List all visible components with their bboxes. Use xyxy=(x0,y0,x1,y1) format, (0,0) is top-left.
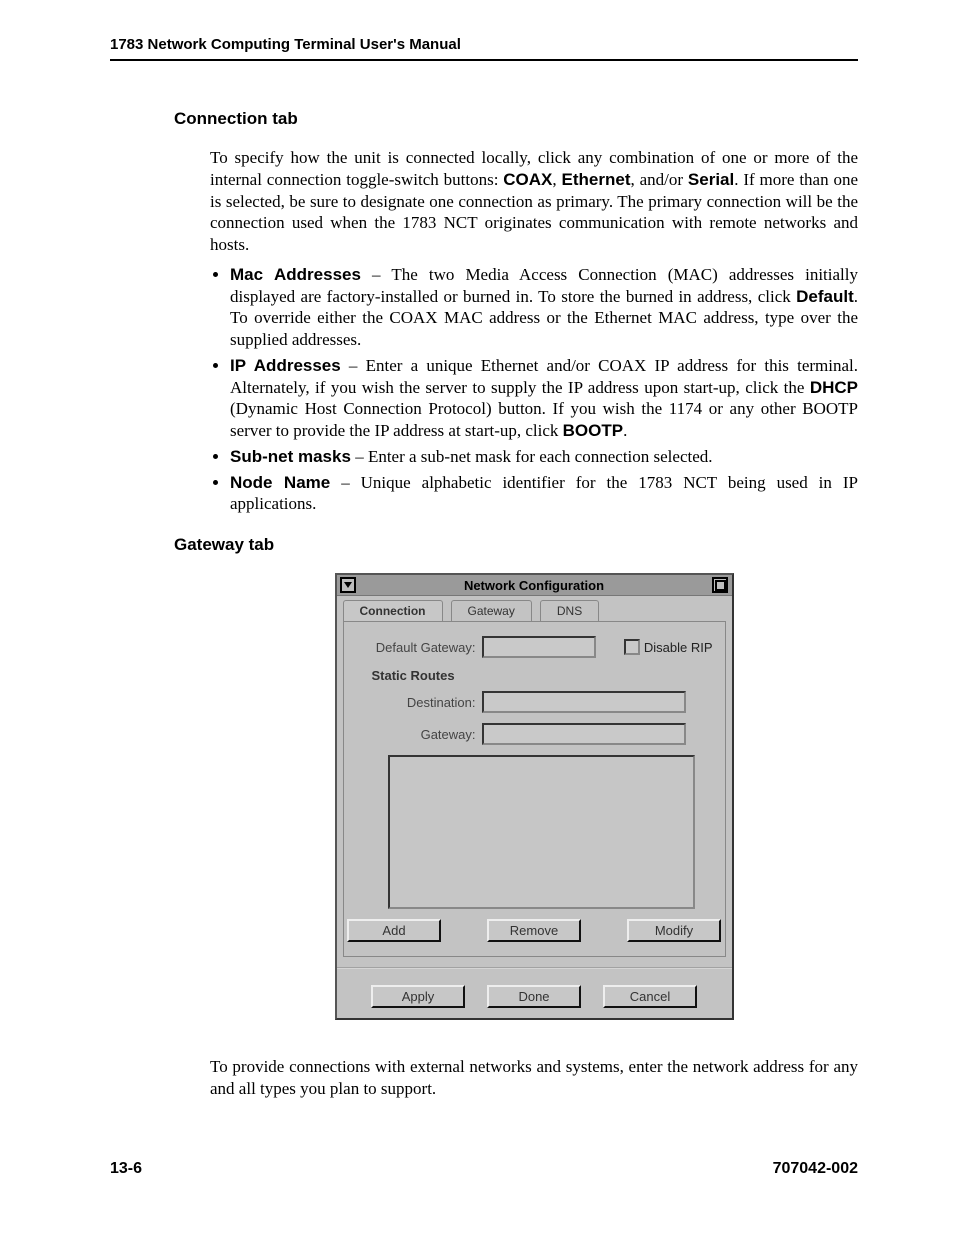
add-button[interactable]: Add xyxy=(347,919,441,942)
bullet-node: Node Name – Unique alphabetic identifier… xyxy=(230,472,858,516)
bullet-ip-text-b: (Dynamic Host Connection Protocol) butto… xyxy=(230,399,858,440)
tab-connection[interactable]: Connection xyxy=(343,600,443,621)
default-gateway-input[interactable] xyxy=(482,636,596,658)
bullet-ip-label: IP Addresses xyxy=(230,356,341,375)
bullet-subnet-text: – Enter a sub-net mask for each connecti… xyxy=(351,447,713,466)
gateway-input[interactable] xyxy=(482,723,686,745)
page-number: 13-6 xyxy=(110,1160,142,1178)
titlebar: Network Configuration xyxy=(337,575,732,596)
gateway-closing-paragraph: To provide connections with external net… xyxy=(210,1056,858,1100)
apply-button[interactable]: Apply xyxy=(371,985,465,1008)
kw-serial: Serial xyxy=(688,170,734,189)
cancel-button[interactable]: Cancel xyxy=(603,985,697,1008)
static-routes-label: Static Routes xyxy=(372,668,713,683)
bullet-subnet: Sub-net masks – Enter a sub-net mask for… xyxy=(230,446,858,468)
static-routes-list[interactable] xyxy=(388,755,695,909)
heading-connection-tab: Connection tab xyxy=(174,109,858,129)
bullet-subnet-label: Sub-net masks xyxy=(230,447,351,466)
document-number: 707042-002 xyxy=(773,1160,858,1178)
dialog-figure: Network Configuration Connection Gateway… xyxy=(210,573,858,1020)
heading-gateway-tab: Gateway tab xyxy=(174,535,858,555)
page-footer: 13-6 707042-002 xyxy=(110,1160,858,1178)
bullet-ip-dhcp: DHCP xyxy=(810,378,858,397)
intro-text-b: , and/or xyxy=(631,170,688,189)
remove-button[interactable]: Remove xyxy=(487,919,581,942)
tab-dns[interactable]: DNS xyxy=(540,600,599,621)
caret-down-icon xyxy=(344,582,352,588)
default-gateway-label: Default Gateway: xyxy=(356,640,482,655)
row-destination: Destination: xyxy=(376,691,713,713)
intro-paragraph: To specify how the unit is connected loc… xyxy=(210,147,858,256)
square-icon xyxy=(715,580,726,591)
window-menu-button[interactable] xyxy=(340,577,356,593)
destination-label: Destination: xyxy=(376,695,482,710)
sep-comma-1: , xyxy=(552,170,561,189)
kw-ethernet: Ethernet xyxy=(562,170,631,189)
bullet-mac-label: Mac Addresses xyxy=(230,265,361,284)
done-button[interactable]: Done xyxy=(487,985,581,1008)
dialog-title: Network Configuration xyxy=(464,578,604,593)
bullet-ip-bootp: BOOTP xyxy=(563,421,623,440)
maximize-button[interactable] xyxy=(712,577,728,593)
kw-coax: COAX xyxy=(503,170,552,189)
tab-gateway[interactable]: Gateway xyxy=(451,600,532,621)
row-default-gateway: Default Gateway: Disable RIP xyxy=(356,636,713,658)
bullet-ip-text-c: . xyxy=(623,421,627,440)
row-gateway: Gateway: xyxy=(376,723,713,745)
network-config-dialog: Network Configuration Connection Gateway… xyxy=(335,573,734,1020)
bullet-mac-default: Default xyxy=(796,287,854,306)
tab-strip: Connection Gateway DNS xyxy=(337,596,732,621)
bullet-ip: IP Addresses – Enter a unique Ethernet a… xyxy=(230,355,858,442)
bullet-node-label: Node Name xyxy=(230,473,330,492)
disable-rip-label: Disable RIP xyxy=(644,640,713,655)
route-button-row: Add Remove Modify xyxy=(356,919,713,942)
dialog-button-row: Apply Done Cancel xyxy=(337,975,732,1016)
divider xyxy=(337,967,732,969)
bullet-list: Mac Addresses – The two Media Access Con… xyxy=(210,264,858,515)
destination-input[interactable] xyxy=(482,691,686,713)
running-header: 1783 Network Computing Terminal User's M… xyxy=(110,36,858,61)
disable-rip-checkbox[interactable] xyxy=(624,639,640,655)
bullet-mac: Mac Addresses – The two Media Access Con… xyxy=(230,264,858,351)
gateway-label: Gateway: xyxy=(376,727,482,742)
modify-button[interactable]: Modify xyxy=(627,919,721,942)
tab-panel-gateway: Default Gateway: Disable RIP Static Rout… xyxy=(343,621,726,957)
